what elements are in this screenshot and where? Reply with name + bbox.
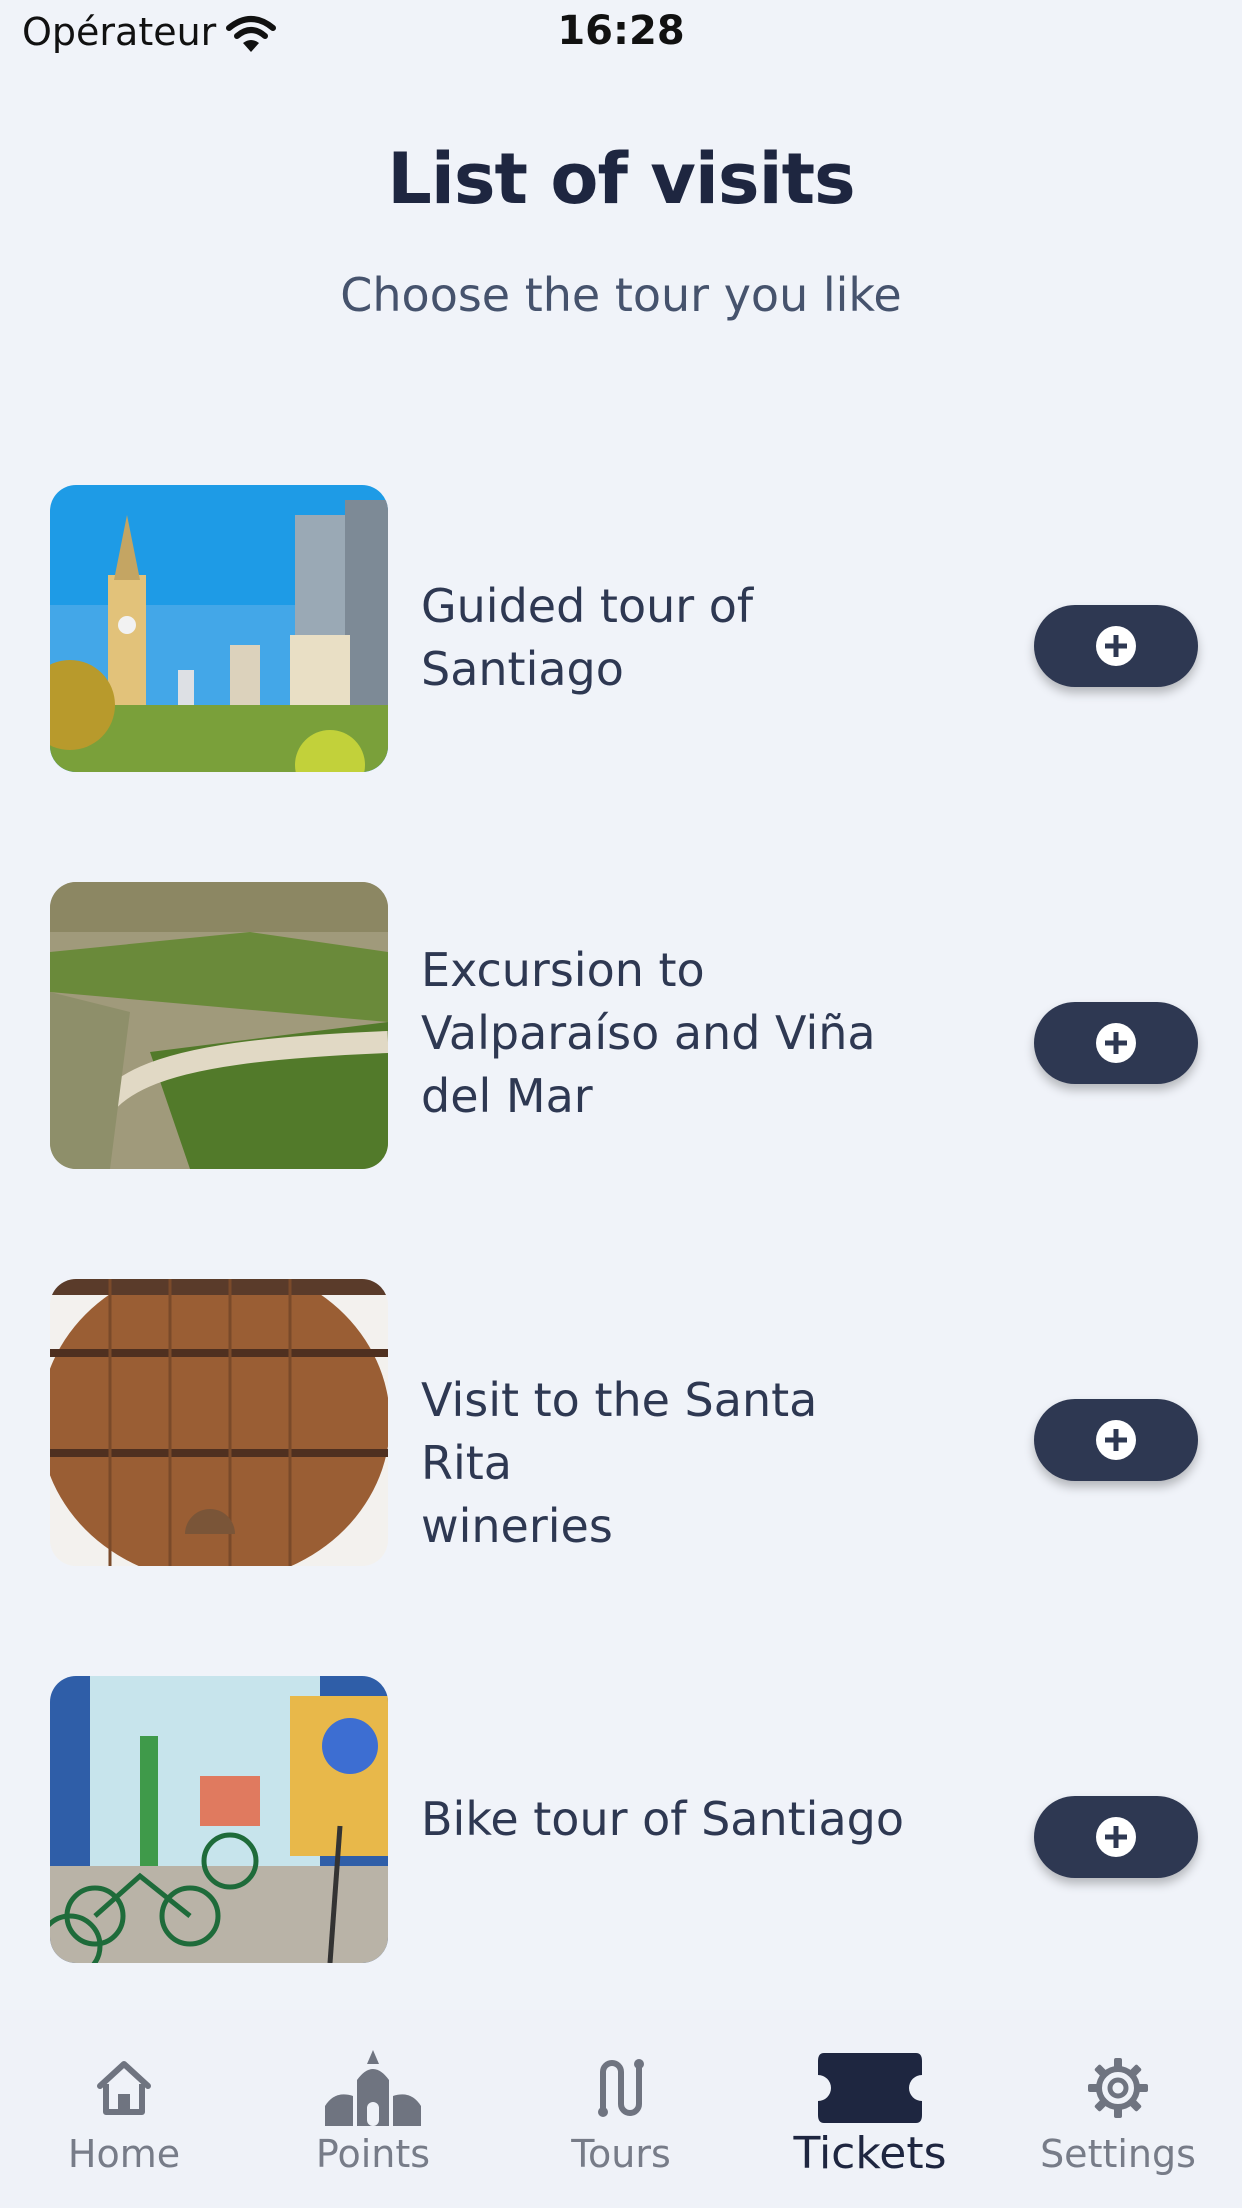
tab-label: Settings (1040, 2132, 1196, 2176)
tour-item[interactable]: Guided tour of Santiago (0, 485, 1242, 775)
add-tour-button[interactable] (1034, 1002, 1198, 1084)
tab-label: Home (67, 2132, 181, 2176)
tour-title-line: Excursion to (421, 943, 705, 997)
church-icon (325, 2050, 421, 2126)
tour-thumbnail (50, 485, 388, 772)
tour-item[interactable]: Bike tour of Santiago (0, 1676, 1242, 1966)
tour-title-line: Guided tour of (421, 579, 754, 633)
tab-label: Tours (571, 2132, 671, 2176)
tour-title-line: del Mar (421, 1069, 593, 1123)
tour-title-line: wineries (421, 1499, 613, 1553)
tour-title: Visit to the Santa Rita wineries (421, 1369, 921, 1558)
tour-title-line: Bike tour of Santiago (421, 1792, 904, 1846)
tour-title: Bike tour of Santiago (421, 1788, 921, 1851)
tour-thumbnail (50, 882, 388, 1169)
gear-icon (1088, 2058, 1148, 2118)
tab-tours[interactable]: Tours (506, 2010, 736, 2208)
ticket-icon (818, 2053, 922, 2123)
tour-title: Guided tour of Santiago (421, 575, 921, 701)
tour-item[interactable]: Excursion to Valparaíso and Viña del Mar (0, 882, 1242, 1172)
tab-bar: Home Points Tours Tickets Settings (0, 2010, 1242, 2208)
route-icon (598, 2059, 644, 2117)
tab-settings[interactable]: Settings (1003, 2010, 1233, 2208)
add-tour-button[interactable] (1034, 605, 1198, 687)
add-tour-button[interactable] (1034, 1399, 1198, 1481)
home-icon (97, 2061, 151, 2115)
tour-title-line: Santiago (421, 642, 624, 696)
tab-home[interactable]: Home (9, 2010, 239, 2208)
add-tour-button[interactable] (1034, 1796, 1198, 1878)
tour-title-line: Valparaíso and Viña (421, 1006, 876, 1060)
plus-circle-icon (1096, 1023, 1136, 1063)
tab-tickets[interactable]: Tickets (755, 2010, 985, 2208)
tour-thumbnail (50, 1279, 388, 1566)
tour-thumbnail (50, 1676, 388, 1963)
tab-label: Tickets (793, 2128, 947, 2179)
plus-circle-icon (1096, 1420, 1136, 1460)
tab-label: Points (315, 2132, 431, 2176)
clock: 16:28 (557, 8, 685, 54)
tour-title: Excursion to Valparaíso and Viña del Mar (421, 939, 921, 1128)
plus-circle-icon (1096, 626, 1136, 666)
status-bar: Opérateur 16:28 (0, 0, 1242, 70)
plus-circle-icon (1096, 1817, 1136, 1857)
page-subtitle: Choose the tour you like (340, 268, 902, 322)
page-title: List of visits (387, 138, 855, 220)
tour-title-line: Visit to the Santa Rita (421, 1373, 818, 1490)
tour-item[interactable]: Visit to the Santa Rita wineries (0, 1279, 1242, 1569)
tab-points[interactable]: Points (258, 2010, 488, 2208)
